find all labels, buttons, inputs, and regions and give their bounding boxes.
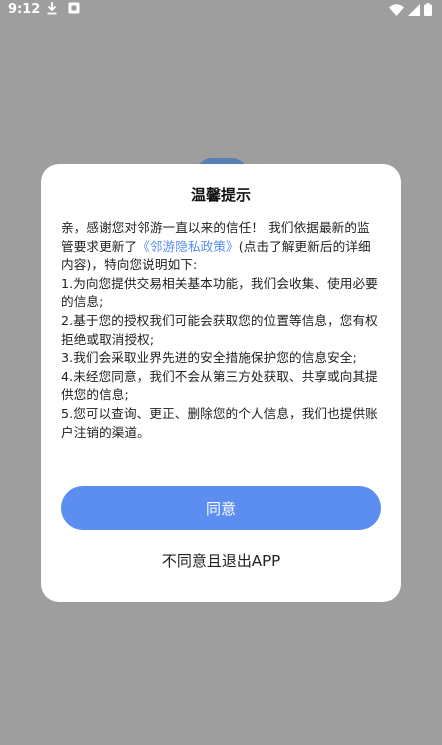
- dialog-item-4: 4.未经您同意，我们不会从第三方处获取、共享或向其提供您的信息;: [61, 368, 378, 403]
- dialog-item-3: 3.我们会采取业界先进的安全措施保护您的信息安全;: [61, 350, 357, 366]
- notification-icon: [68, 2, 80, 14]
- battery-icon: [424, 3, 432, 16]
- status-right-icons: [389, 3, 432, 16]
- dialog-item-5: 5.您可以查询、更正、删除您的个人信息，我们也提供账户注销的渠道。: [61, 405, 378, 440]
- navigation-bar: [0, 705, 442, 745]
- download-icon: [47, 2, 57, 15]
- disagree-exit-button[interactable]: 不同意且退出APP: [61, 547, 381, 573]
- agree-button[interactable]: 同意: [61, 486, 381, 530]
- privacy-dialog: 温馨提示 亲，感谢您对邻游一直以来的信任！ 我们依据最新的监管要求更新了《邻游隐…: [41, 164, 401, 602]
- dialog-item-1: 1.为向您提供交易相关基本功能，我们会收集、使用必要的信息;: [61, 275, 378, 310]
- signal-icon: [408, 3, 420, 16]
- wifi-icon: [389, 3, 404, 16]
- dialog-intro: 亲，感谢您对邻游一直以来的信任！ 我们依据最新的监管要求更新了《邻游隐私政策》(…: [61, 219, 382, 275]
- privacy-policy-link[interactable]: 《邻游隐私政策》: [137, 239, 239, 254]
- dialog-item-2: 2.基于您的授权我们可能会获取您的位置等信息，您有权拒绝或取消授权;: [61, 312, 378, 347]
- status-left-icons: [46, 1, 80, 15]
- status-bar: 9:12: [0, 0, 442, 20]
- dialog-title: 温馨提示: [190, 186, 251, 204]
- status-time: 9:12: [8, 2, 41, 17]
- dialog-body: 亲，感谢您对邻游一直以来的信任！ 我们依据最新的监管要求更新了《邻游隐私政策》(…: [61, 219, 382, 442]
